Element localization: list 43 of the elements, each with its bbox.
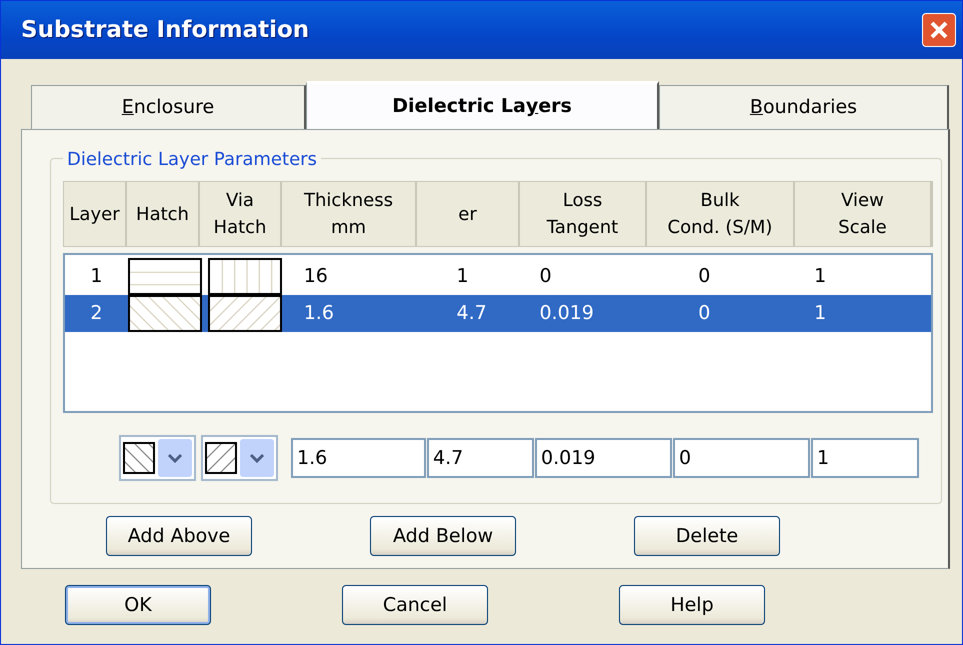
tab[interactable]: Boundaries bbox=[659, 85, 949, 129]
table-cell: 16 bbox=[304, 265, 328, 288]
table-cell: 1 bbox=[814, 302, 826, 324]
table-cell: 0 bbox=[698, 302, 710, 324]
column-header[interactable]: Bulk Cond. (S/M) bbox=[647, 182, 795, 246]
window-title: Substrate Information bbox=[21, 16, 310, 45]
table-cell: 1 bbox=[456, 265, 469, 288]
table-row[interactable]: 2 1.6 4.7 0.019 0 1 bbox=[65, 295, 931, 332]
hatch-dropdown[interactable] bbox=[119, 435, 196, 481]
input-field[interactable]: 1.6 bbox=[291, 438, 426, 478]
column-header[interactable]: er bbox=[417, 182, 520, 246]
table-cell-text: 1 bbox=[89, 264, 104, 290]
column-header[interactable]: Layer bbox=[64, 182, 127, 246]
table-row[interactable]: 1 16 1 0 0 1 bbox=[65, 258, 931, 295]
layer-button[interactable]: Delete bbox=[634, 516, 780, 556]
dialog-button[interactable]: Help bbox=[619, 585, 765, 625]
dialog-button[interactable]: Cancel bbox=[342, 585, 488, 625]
layer-button[interactable]: Add Above bbox=[106, 516, 252, 556]
table-cell: 4.7 bbox=[456, 302, 487, 324]
input-field[interactable]: 0 bbox=[673, 438, 810, 478]
column-header[interactable]: Thickness mm bbox=[282, 182, 417, 246]
table-cell: 0 bbox=[539, 265, 552, 288]
table-cell-text: 2 bbox=[89, 301, 104, 326]
input-field[interactable]: 4.7 bbox=[427, 438, 534, 478]
input-field[interactable]: 1 bbox=[811, 438, 919, 478]
chevron-down-icon bbox=[249, 453, 265, 463]
tab[interactable]: Dielectric Layers bbox=[306, 81, 659, 129]
table-cell: 0.019 bbox=[539, 302, 594, 324]
table-cell: 1.6 bbox=[304, 302, 334, 324]
hatch-dropdown[interactable] bbox=[201, 435, 278, 481]
table-cell: 1 bbox=[814, 265, 826, 288]
chevron-down-icon bbox=[167, 453, 183, 463]
column-header[interactable]: Hatch bbox=[127, 182, 200, 246]
layer-button[interactable]: Add Below bbox=[370, 516, 516, 556]
close-button[interactable] bbox=[922, 13, 956, 47]
input-field[interactable]: 0.019 bbox=[535, 438, 672, 478]
table-cell: 0 bbox=[698, 265, 710, 288]
column-header[interactable]: Loss Tangent bbox=[520, 182, 647, 246]
tab[interactable]: Enclosure bbox=[31, 85, 306, 129]
column-header[interactable]: Via Hatch bbox=[200, 182, 282, 246]
dialog-button[interactable]: OK bbox=[65, 585, 211, 625]
column-header[interactable]: View Scale bbox=[795, 182, 932, 246]
close-icon bbox=[928, 19, 950, 41]
